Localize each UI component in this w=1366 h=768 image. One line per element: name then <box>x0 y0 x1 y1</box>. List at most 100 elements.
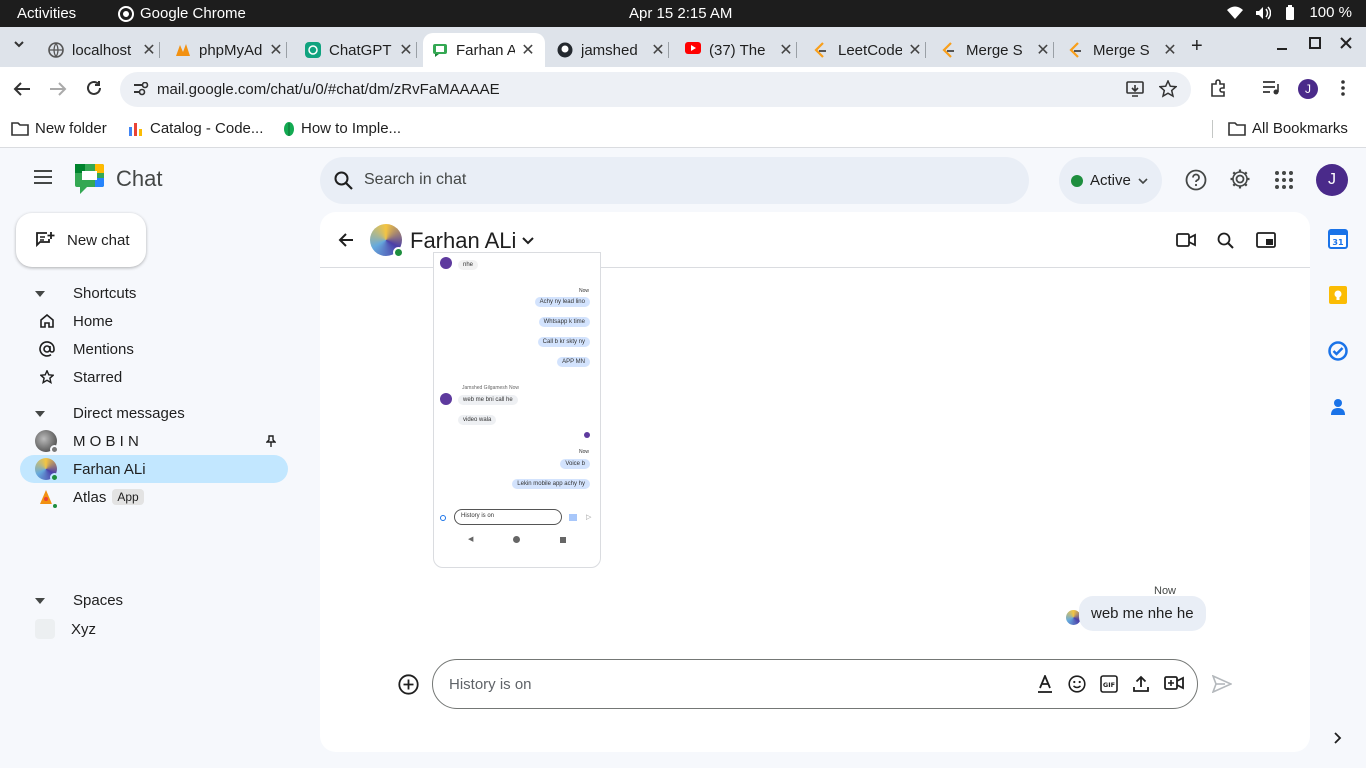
tab-github[interactable]: jamshed ✕ <box>557 33 669 67</box>
activities-button[interactable]: Activities <box>17 5 76 22</box>
tab-search-icon[interactable] <box>12 37 26 51</box>
profile-avatar[interactable]: J <box>1298 79 1318 99</box>
chrome-menu-icon[interactable] <box>1341 80 1345 96</box>
search-bar[interactable]: Search in chat <box>320 157 1029 204</box>
youtube-icon <box>685 42 701 58</box>
close-tab-icon[interactable]: ✕ <box>1163 40 1177 60</box>
close-tab-icon[interactable]: ✕ <box>142 40 156 60</box>
folder-icon <box>11 121 29 136</box>
browser-toolbar: mail.google.com/chat/u/0/#chat/dm/zRvFaM… <box>0 67 1366 112</box>
battery-level: 100 % <box>1309 4 1352 21</box>
upload-file-icon[interactable] <box>1132 675 1150 693</box>
status-dropdown[interactable]: Active <box>1059 157 1162 204</box>
keep-icon[interactable] <box>1328 285 1348 305</box>
close-tab-icon[interactable]: ✕ <box>1036 40 1050 60</box>
url-text[interactable]: mail.google.com/chat/u/0/#chat/dm/zRvFaM… <box>157 81 500 98</box>
system-top-bar: Activities Google Chrome Apr 15 2:15 AM … <box>0 0 1366 27</box>
close-tab-icon[interactable]: ✕ <box>651 40 665 60</box>
emoji-icon[interactable] <box>1068 675 1086 693</box>
dm-farhan-ali[interactable]: Farhan ALi <box>20 455 288 483</box>
bookmark-how-to[interactable]: How to Imple... <box>283 120 401 137</box>
install-app-icon[interactable] <box>1126 81 1144 98</box>
address-bar[interactable]: mail.google.com/chat/u/0/#chat/dm/zRvFaM… <box>120 72 1191 107</box>
shortcut-home[interactable]: Home <box>20 307 288 335</box>
nav-back-icon: ◀ <box>468 536 474 543</box>
shortcut-starred[interactable]: Starred <box>20 363 288 391</box>
send-icon[interactable] <box>1212 675 1232 693</box>
contact-avatar[interactable] <box>370 224 404 258</box>
dm-mobin[interactable]: M O B I N <box>20 427 288 455</box>
close-tab-icon[interactable]: ✕ <box>399 40 413 60</box>
close-window-icon[interactable] <box>1340 37 1352 49</box>
forward-icon[interactable] <box>49 81 67 97</box>
contacts-icon[interactable] <box>1328 397 1348 417</box>
tab-farhan-ali[interactable]: Farhan ALi ✕ <box>423 33 545 67</box>
direct-messages-header[interactable]: Direct messages <box>20 405 185 422</box>
extensions-icon[interactable] <box>1209 79 1227 97</box>
tab-youtube[interactable]: (37) The ✕ <box>685 33 797 67</box>
close-tab-icon[interactable]: ✕ <box>908 40 922 60</box>
space-xyz[interactable]: Xyz <box>20 615 288 643</box>
apps-grid-icon[interactable] <box>1275 171 1293 189</box>
image-icon <box>569 514 577 521</box>
tasks-icon[interactable] <box>1328 341 1348 361</box>
app-name: Google Chrome <box>140 5 246 22</box>
calendar-icon[interactable]: 31 <box>1328 229 1348 249</box>
close-tab-icon[interactable]: ✕ <box>269 40 283 60</box>
reload-icon[interactable] <box>86 80 102 96</box>
expand-side-panel-icon[interactable] <box>1334 732 1342 744</box>
clock[interactable]: Apr 15 2:15 AM <box>629 5 732 22</box>
main-menu-icon[interactable] <box>33 170 53 184</box>
shortcut-mentions[interactable]: Mentions <box>20 335 288 363</box>
account-avatar[interactable]: J <box>1316 164 1348 196</box>
pin-icon[interactable] <box>266 435 276 447</box>
site-info-icon[interactable] <box>133 82 149 96</box>
bookmark-new-folder[interactable]: New folder <box>11 120 107 137</box>
contact-name-dropdown[interactable]: Farhan ALi <box>410 228 535 254</box>
close-tab-icon[interactable]: ✕ <box>521 40 535 60</box>
new-chat-button[interactable]: New chat <box>16 213 146 267</box>
caret-down-icon <box>35 290 55 297</box>
all-bookmarks[interactable]: All Bookmarks <box>1228 120 1348 137</box>
search-conversation-icon[interactable] <box>1217 232 1234 249</box>
back-icon[interactable] <box>13 81 31 97</box>
back-arrow-icon[interactable] <box>338 232 354 248</box>
chat-logo[interactable]: Chat <box>73 163 162 195</box>
send-icon: ▷ <box>586 514 592 521</box>
tab-localhost[interactable]: localhost ✕ <box>48 33 160 67</box>
chrome-icon <box>118 5 134 22</box>
dm-atlas[interactable]: Atlas App <box>20 483 288 511</box>
add-video-meeting-icon[interactable] <box>1164 675 1184 691</box>
tab-chatgpt[interactable]: ChatGPT ✕ <box>305 33 417 67</box>
google-chat-logo-icon <box>73 163 106 195</box>
media-controls-icon[interactable] <box>1262 80 1280 96</box>
text-format-icon[interactable] <box>1037 675 1053 693</box>
tab-merge-2[interactable]: Merge S ✕ <box>1069 33 1177 67</box>
tab-merge-1[interactable]: Merge S ✕ <box>942 33 1054 67</box>
tab-phpmyadmin[interactable]: phpMyAdmin ✕ <box>175 33 287 67</box>
minimize-icon[interactable] <box>1276 37 1288 51</box>
video-call-icon[interactable] <box>1176 232 1196 248</box>
add-icon <box>440 515 446 521</box>
chart-icon <box>128 121 144 137</box>
tab-leetcode[interactable]: LeetCode ✕ <box>814 33 926 67</box>
help-icon[interactable] <box>1185 169 1207 191</box>
message-composer[interactable]: History is on GIF <box>432 659 1198 709</box>
gif-icon[interactable]: GIF <box>1100 675 1118 693</box>
bookmark-catalog[interactable]: Catalog - Code... <box>128 120 263 137</box>
spaces-header[interactable]: Spaces <box>20 592 123 609</box>
pop-out-icon[interactable] <box>1256 232 1276 248</box>
close-tab-icon[interactable]: ✕ <box>779 40 793 60</box>
read-receipt <box>584 432 590 438</box>
new-tab-icon[interactable]: + <box>1191 35 1203 58</box>
maximize-icon[interactable] <box>1309 37 1321 49</box>
settings-gear-icon[interactable] <box>1229 168 1251 190</box>
message-bubble[interactable]: web me nhe he <box>1079 596 1206 631</box>
globe-icon <box>48 42 64 58</box>
shared-screenshot-image[interactable]: nhe Now Achy ny lead lino Whtsapp k time… <box>433 252 601 568</box>
add-attachment-icon[interactable] <box>398 674 419 695</box>
app-menu[interactable]: Google Chrome <box>118 5 246 22</box>
system-tray[interactable]: 100 % <box>1227 4 1352 21</box>
bookmark-star-icon[interactable] <box>1159 80 1177 98</box>
shortcuts-header[interactable]: Shortcuts <box>20 285 136 302</box>
